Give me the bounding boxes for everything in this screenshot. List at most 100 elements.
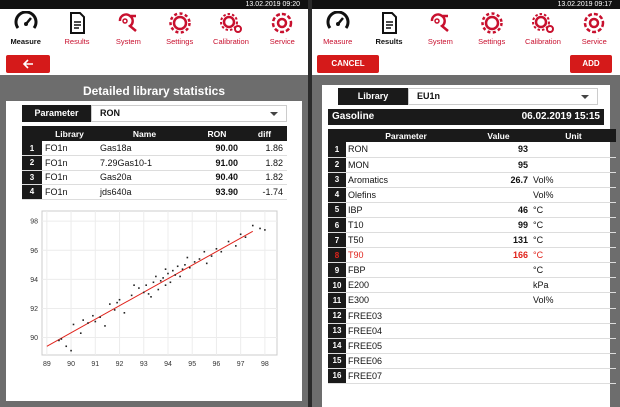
cell-library: FO1n bbox=[42, 155, 97, 171]
cell-parameter: E300 bbox=[346, 292, 466, 309]
table-row[interactable]: 12 FREE03 bbox=[328, 308, 616, 324]
nav-item-settings[interactable]: Settings bbox=[154, 9, 205, 53]
data-point bbox=[104, 325, 106, 327]
service-gear-icon bbox=[584, 12, 605, 34]
table-row[interactable]: 10 E200 kPa bbox=[328, 277, 616, 294]
parameter-select[interactable]: RON bbox=[91, 105, 287, 122]
table-row[interactable]: 4 Olefins Vol% bbox=[328, 187, 616, 203]
data-point bbox=[60, 338, 63, 340]
cell-parameter: FBP bbox=[346, 262, 466, 279]
nav-item-system[interactable]: System bbox=[415, 9, 466, 53]
table-row[interactable]: 3 Aromatics 26.7 Vol% bbox=[328, 172, 616, 188]
data-point bbox=[205, 262, 208, 265]
table-row[interactable]: 11 E300 Vol% bbox=[328, 292, 616, 309]
nav-item-calibration[interactable]: Calibration bbox=[517, 9, 568, 53]
nav-item-results[interactable]: Results bbox=[363, 9, 414, 53]
cell-parameter: MON bbox=[346, 157, 466, 173]
library-value: EU1n bbox=[417, 91, 441, 101]
nav-item-system[interactable]: System bbox=[103, 9, 154, 53]
nav-item-service[interactable]: Service bbox=[569, 9, 620, 53]
table-row[interactable]: 1 RON 93 bbox=[328, 142, 616, 158]
x-tick-label: 98 bbox=[261, 361, 269, 368]
table-row[interactable]: 4 FO1n jds640a 93.90 -1.74 bbox=[22, 184, 287, 200]
cell-value bbox=[466, 338, 531, 354]
table-row[interactable]: 7 T50 131 °C bbox=[328, 232, 616, 249]
add-button[interactable]: ADD bbox=[570, 55, 612, 73]
service-gear-icon bbox=[272, 12, 293, 34]
cell-unit bbox=[531, 353, 616, 369]
y-tick-label: 94 bbox=[30, 277, 38, 284]
cell-unit: °C bbox=[531, 262, 616, 279]
cell-unit: kPa bbox=[531, 277, 616, 294]
table-header-row: Library Name RON diff bbox=[22, 126, 287, 141]
nav-item-results[interactable]: Results bbox=[51, 9, 102, 53]
table-row[interactable]: 15 FREE06 bbox=[328, 353, 616, 369]
x-tick-label: 93 bbox=[140, 361, 148, 368]
table-row[interactable]: 3 FO1n Gas20a 90.40 1.82 bbox=[22, 170, 287, 185]
cell-unit bbox=[531, 323, 616, 339]
data-point bbox=[150, 296, 152, 298]
stats-table: Library Name RON diff 1 FO1n Gas18a 90.00 1.… bbox=[22, 126, 287, 200]
data-point bbox=[164, 268, 167, 270]
cell-diff: 1.82 bbox=[242, 155, 287, 171]
table-row[interactable]: 2 FO1n 7.29Gas10-1 91.00 1.82 bbox=[22, 155, 287, 171]
data-point bbox=[157, 288, 160, 291]
nav-label: Service bbox=[269, 37, 295, 46]
table-row[interactable]: 8 T90 166 °C bbox=[328, 247, 616, 264]
data-point bbox=[133, 284, 135, 286]
nav-item-calibration[interactable]: Calibration bbox=[205, 9, 256, 53]
table-row[interactable]: 6 T10 99 °C bbox=[328, 217, 616, 234]
cell-value: 131 bbox=[466, 232, 531, 249]
chevron-down-icon bbox=[270, 112, 278, 116]
stats-panel: Detailed library statistics Parameter RO… bbox=[6, 81, 302, 401]
row-index: 2 bbox=[328, 157, 346, 173]
timestamp: 13.02.2019 09:20 bbox=[245, 1, 301, 8]
data-point bbox=[174, 274, 177, 276]
table-row[interactable]: 1 FO1n Gas18a 90.00 1.86 bbox=[22, 141, 287, 156]
cancel-button[interactable]: CANCEL bbox=[317, 55, 379, 73]
cell-library: FO1n bbox=[42, 184, 97, 200]
table-row[interactable]: 9 FBP °C bbox=[328, 262, 616, 279]
data-point bbox=[116, 301, 118, 304]
x-tick-label: 92 bbox=[116, 361, 124, 368]
cell-unit: °C bbox=[531, 247, 616, 264]
cell-unit bbox=[531, 368, 616, 385]
table-row[interactable]: 2 MON 95 bbox=[328, 157, 616, 173]
parameter-select-row: Parameter RON bbox=[22, 105, 287, 122]
col-header-name: Name bbox=[97, 126, 192, 141]
table-row[interactable]: 13 FREE04 bbox=[328, 323, 616, 339]
cell-parameter: FREE07 bbox=[346, 368, 466, 385]
nav-item-measure[interactable]: Measure bbox=[312, 9, 363, 53]
data-point bbox=[244, 236, 247, 238]
data-point bbox=[259, 227, 261, 230]
cell-parameter: T90 bbox=[346, 247, 466, 264]
cell-unit: °C bbox=[531, 232, 616, 249]
cell-library: FO1n bbox=[42, 141, 97, 156]
cell-library: FO1n bbox=[42, 170, 97, 185]
data-point bbox=[130, 294, 133, 297]
cell-parameter: RON bbox=[346, 142, 466, 158]
back-button[interactable] bbox=[6, 55, 50, 73]
nav-item-settings[interactable]: Settings bbox=[466, 9, 517, 53]
table-row[interactable]: 14 FREE05 bbox=[328, 338, 616, 354]
col-header-library: Library bbox=[42, 126, 97, 141]
col-header-parameter: Parameter bbox=[346, 129, 466, 142]
right-screen: 13.02.2019 09:17 Measure Results System Set… bbox=[312, 0, 620, 407]
wrench-icon bbox=[119, 13, 138, 32]
gears-icon bbox=[219, 13, 242, 33]
sample-name: Gasoline bbox=[332, 111, 375, 122]
library-select[interactable]: EU1n bbox=[408, 88, 598, 105]
nav-item-measure[interactable]: Measure bbox=[0, 9, 51, 53]
cell-value: 99 bbox=[466, 217, 531, 234]
col-header-index bbox=[328, 129, 346, 142]
data-point bbox=[235, 245, 237, 247]
table-row[interactable]: 5 IBP 46 °C bbox=[328, 202, 616, 218]
nav-item-service[interactable]: Service bbox=[257, 9, 308, 53]
data-point bbox=[65, 345, 68, 348]
gears-icon bbox=[531, 13, 554, 33]
row-index: 11 bbox=[328, 292, 346, 309]
table-row[interactable]: 16 FREE07 bbox=[328, 368, 616, 385]
gear-icon bbox=[480, 12, 503, 34]
row-index: 9 bbox=[328, 262, 346, 279]
y-tick-label: 90 bbox=[30, 335, 38, 342]
